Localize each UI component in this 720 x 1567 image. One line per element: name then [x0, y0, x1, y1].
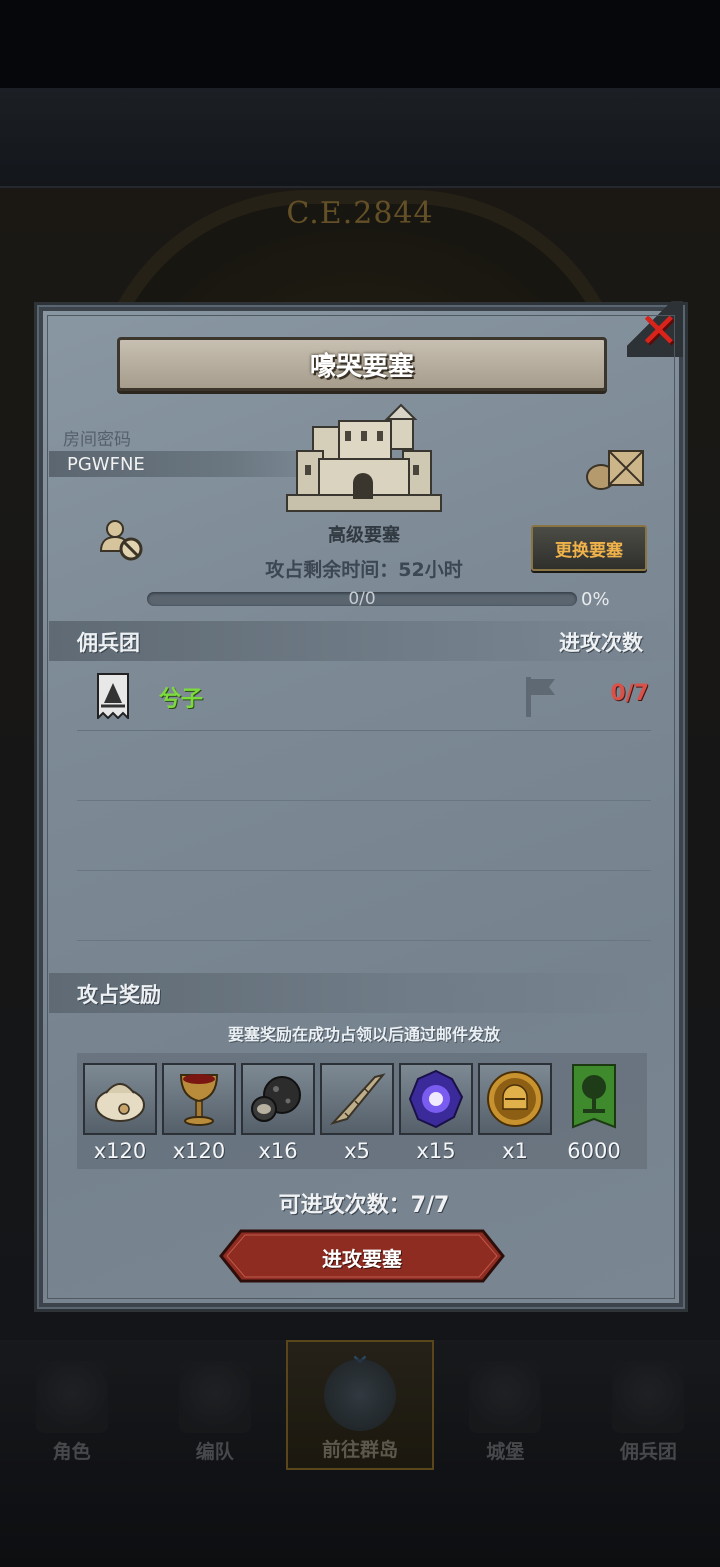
reward-item[interactable]: x15: [399, 1063, 473, 1173]
guild-emblem-icon: [97, 673, 129, 719]
reward-item[interactable]: 6000: [557, 1063, 631, 1173]
mercenary-name: 兮子: [159, 687, 204, 712]
table-row[interactable]: 兮子 0/7: [77, 661, 651, 731]
dialog-title: 嚎哭要塞: [309, 351, 414, 382]
remaining-attacks: 可进攻次数：7/7: [278, 1193, 450, 1218]
reward-quantity: x5: [344, 1139, 370, 1163]
attack-fortress-label: 进攻要塞: [322, 1247, 402, 1271]
goblet-icon: [179, 1074, 219, 1126]
reward-item[interactable]: x5: [320, 1063, 394, 1173]
progress-count: 0/0: [348, 589, 376, 609]
room-code-label: 房间密码: [63, 430, 131, 450]
reward-quantity: x120: [93, 1139, 147, 1163]
reward-slot: [478, 1063, 552, 1135]
reward-item[interactable]: x120: [83, 1063, 157, 1173]
rewards-title: 攻占奖励: [77, 983, 161, 1007]
attack-count: 0/7: [610, 681, 649, 706]
reward-slot: [557, 1063, 631, 1135]
empty-row: [77, 731, 651, 801]
attack-fortress-button[interactable]: 进攻要塞: [219, 1229, 505, 1283]
reward-slot: [83, 1063, 157, 1135]
room-code-value: PGWFNE: [67, 454, 145, 475]
reward-item[interactable]: x16: [241, 1063, 315, 1173]
title-banner: 嚎哭要塞: [117, 337, 607, 391]
attack-count-column-header: 进攻次数: [559, 631, 643, 655]
progress-percent: 0%: [581, 589, 610, 610]
reward-quantity: 6000: [567, 1139, 621, 1163]
reward-slot: [399, 1063, 473, 1135]
reward-slot: [320, 1063, 394, 1135]
fortress-icon: [286, 403, 442, 512]
ore-icon: [251, 1076, 301, 1122]
knight-helmet-coin-icon: [487, 1071, 543, 1127]
empty-row: [77, 801, 651, 871]
supply-chest-icon[interactable]: [585, 443, 647, 491]
pouch-icon: [95, 1083, 145, 1122]
flag-icon: [526, 677, 555, 717]
rewards-list: x120 x120 x16 x5 x15 x1 6000: [77, 1053, 647, 1169]
reward-slot: [162, 1063, 236, 1135]
reward-quantity: x120: [172, 1139, 226, 1163]
close-icon: ✕: [638, 303, 679, 359]
empty-row: [77, 871, 651, 941]
horn-icon: [329, 1073, 386, 1125]
reward-item[interactable]: x1: [478, 1063, 552, 1173]
rewards-note: 要塞奖励在成功占领以后通过邮件发放: [227, 1025, 500, 1044]
close-button[interactable]: ✕: [627, 301, 683, 357]
reward-quantity: x15: [416, 1139, 456, 1163]
guild-tree-banner-icon: [572, 1064, 616, 1129]
reward-quantity: x1: [502, 1139, 528, 1163]
fortress-dialog: ✕ 嚎哭要塞 房间密码 PGWFNE 高级要塞 更换要塞 攻占剩余时间：52小时: [34, 301, 688, 1312]
reward-item[interactable]: x120: [162, 1063, 236, 1173]
magic-crystal-icon: [408, 1069, 464, 1129]
reward-slot: [241, 1063, 315, 1135]
occupy-time-remaining: 攻占剩余时间：52小时: [265, 559, 463, 581]
mercenary-column-header: 佣兵团: [77, 631, 140, 655]
reward-quantity: x16: [258, 1139, 298, 1163]
